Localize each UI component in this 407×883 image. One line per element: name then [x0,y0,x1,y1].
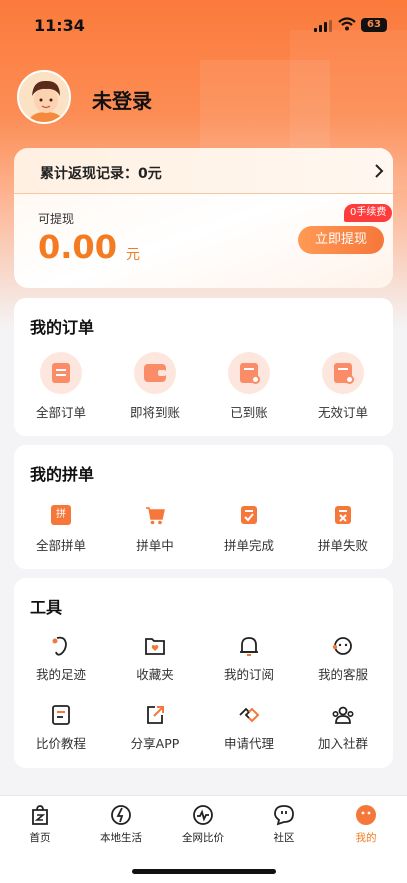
chevron-right-icon [375,164,384,178]
tab-label: 本地生活 [100,832,142,844]
tool-item-label: 加入社群 [317,736,368,751]
group-fail-icon [335,506,351,524]
received-icon [228,352,270,394]
customer-service-icon [332,637,352,655]
handshake-icon [239,707,260,723]
tab-label: 我的 [355,832,377,844]
cashback-card: 累计返现记录：0元 可提现 0.00 元 0手续费 立即提现 [14,148,393,288]
tool-item-label: 我的足迹 [35,667,86,682]
share-icon [147,706,164,724]
home-indicator [132,869,276,874]
cashback-total: 累计返现记录：0元 [40,166,162,182]
profile-icon [356,805,376,825]
group-item-label: 拼单中 [136,538,174,553]
local-life-icon [111,805,131,825]
amount-unit: 元 [126,247,140,263]
tool-item-label: 比价教程 [35,736,86,751]
all-orders-icon [40,352,82,394]
order-item-label: 全部订单 [35,405,86,420]
withdrawable-label: 可提现 [38,212,75,226]
my-orders-title: 我的订单 [30,318,95,337]
home-icon [32,805,48,825]
group-done-icon [241,506,257,524]
group-icon [332,706,354,724]
tool-item-label: 我的订阅 [223,667,274,682]
order-item-label: 无效订单 [317,405,368,420]
tab-label: 首页 [29,832,51,844]
group-all-icon: 拼 [51,505,71,525]
fee-badge: 0手续费 [344,204,393,222]
withdraw-button[interactable]: 立即提现 [298,226,384,254]
tools-title: 工具 [30,598,63,617]
cart-icon [146,507,165,525]
tool-item-label: 申请代理 [223,736,274,751]
bell-icon [240,637,258,656]
tool-item-label: 收藏夹 [136,667,174,682]
battery-icon: 63 [361,18,387,32]
cashback-record-row[interactable]: 累计返现记录：0元 [14,148,393,194]
tutorial-icon [52,705,70,725]
status-bar: 11:34 63 [0,0,407,50]
login-status-name[interactable]: 未登录 [92,85,152,114]
wifi-icon [338,17,356,31]
tab-label: 社区 [273,832,295,844]
footprint-icon [52,636,67,656]
group-item-label: 拼单失败 [317,538,368,553]
cellular-signal-icon [314,20,332,32]
compare-icon [193,805,213,825]
group-item-label: 全部拼单 [35,538,86,553]
my-group-orders-title: 我的拼单 [30,465,95,484]
wallet-icon [134,352,176,394]
community-icon [274,805,294,826]
tool-item-label: 分享APP [130,736,180,751]
tab-label: 全网比价 [182,832,224,844]
avatar[interactable] [17,70,71,124]
group-item-label: 拼单完成 [223,538,274,553]
order-item-label: 已到账 [230,405,268,420]
status-time: 11:34 [34,16,85,35]
withdrawable-amount: 0.00 [38,228,117,266]
tool-item-label: 我的客服 [317,667,368,682]
invalid-order-icon [322,352,364,394]
favorites-icon [145,638,165,655]
order-item-label: 即将到账 [129,405,180,420]
